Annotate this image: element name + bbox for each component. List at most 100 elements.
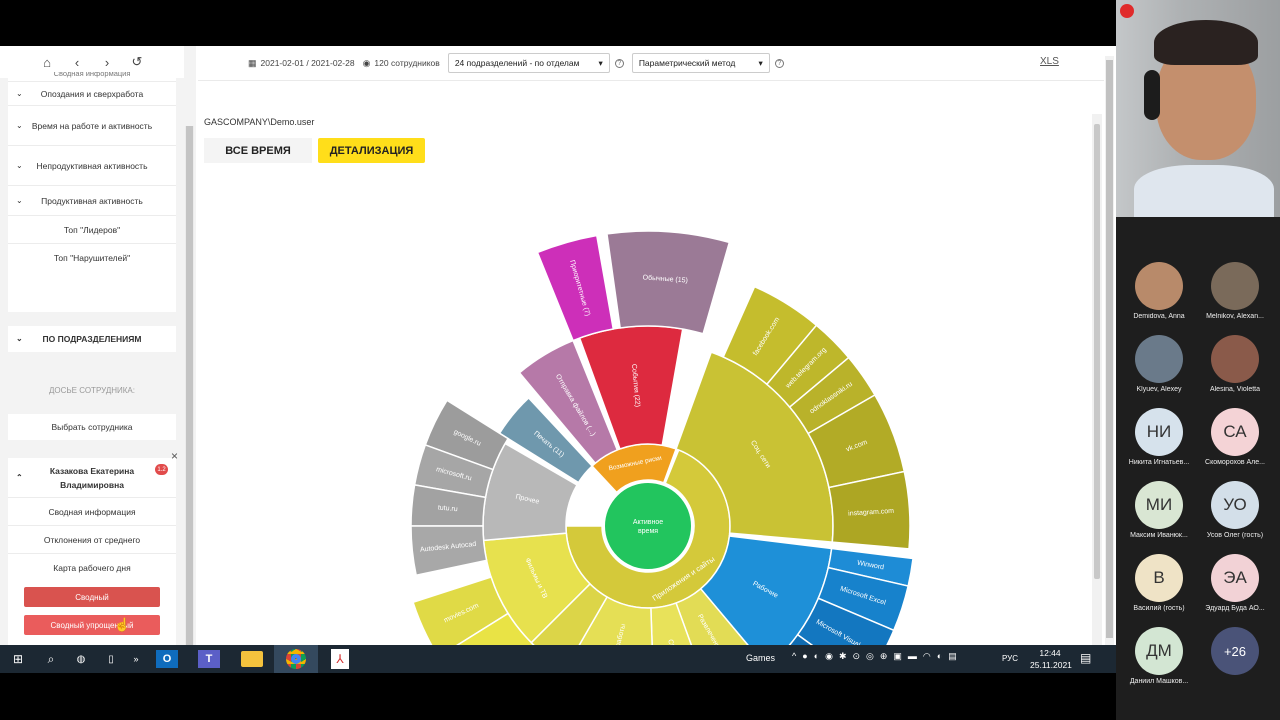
participant-name: Demidova, Anna <box>1133 313 1185 320</box>
chevron-up-icon: ⌃ <box>16 472 23 482</box>
segment-priority[interactable]: Приоритетные (7) <box>536 234 615 342</box>
help-icon[interactable]: ? <box>774 58 784 68</box>
menu-item-lateness[interactable]: ⌄ Опоздания и сверхработа <box>8 82 176 106</box>
date-range[interactable]: 2021-02-01 / 2021-02-28 <box>261 58 355 68</box>
filter-toolbar: ▦ 2021-02-01 / 2021-02-28 ◉ 120 сотрудни… <box>198 46 1104 80</box>
page-scrollbar[interactable] <box>1105 56 1114 645</box>
participant-tile[interactable]: В Василий (гость) <box>1120 554 1198 612</box>
participant-tile[interactable]: МИ Максим Иванюк... <box>1120 481 1198 539</box>
tab-all-time[interactable]: ВСЕ ВРЕМЯ <box>204 138 312 163</box>
menu-item-worktime[interactable]: ⌄ Время на работе и активность <box>8 106 176 146</box>
department-select[interactable]: 24 подразделений - по отделам ▾ <box>447 53 610 73</box>
help-icon[interactable]: ? <box>614 58 624 68</box>
summary-simple-button[interactable]: Сводный упрощенный <box>24 615 160 635</box>
screen: ⌂ ‹ › ↺ Сводная информация ⌄ Опоздания и … <box>0 0 1116 720</box>
participant-name: Максим Иванюк... <box>1130 532 1188 539</box>
chart-scrollbar[interactable] <box>1092 114 1102 645</box>
participant-name: Никита Игнатьев... <box>1128 459 1190 466</box>
task-view-icon[interactable]: ▯ <box>96 645 126 673</box>
home-icon[interactable]: ⌂ <box>36 51 58 73</box>
avatar: СА <box>1211 408 1259 456</box>
segment-Autodesk-Autocad[interactable]: Autodesk Autocad <box>410 525 488 577</box>
close-icon[interactable]: × <box>171 449 178 463</box>
language-indicator[interactable]: РУС <box>1002 654 1018 663</box>
avatar: МИ <box>1135 481 1183 529</box>
avatar: В <box>1135 554 1183 602</box>
participant-name: Скоморохов Але... <box>1205 459 1265 466</box>
chart-scroll-thumb[interactable] <box>1094 124 1100 579</box>
participant-name: Василий (гость) <box>1133 605 1185 612</box>
participant-tile[interactable]: ЭА Эдуард Буда АО... <box>1196 554 1274 612</box>
employee-name: Казакова Екатерина Владимировна <box>49 465 135 490</box>
mouse-cursor-icon: ☝ <box>114 617 131 632</box>
sunburst-chart: Активное времяВозможные рискиПриложения и… <box>410 230 914 645</box>
employee-header[interactable]: ⌃ Казакова Екатерина Владимировна <box>8 458 176 498</box>
menu-item-top-violators[interactable]: Топ "Нарушителей" <box>8 244 176 272</box>
menu-item-unproductive[interactable]: ⌄ Непродуктивная активность <box>8 146 176 186</box>
xls-export-link[interactable]: XLS <box>1040 56 1059 67</box>
reports-menu: Сводная информация ⌄ Опоздания и сверхраб… <box>8 72 176 312</box>
menu-item-summary[interactable]: Сводная информация <box>8 72 176 82</box>
menu-item-top-leaders[interactable]: Топ "Лидеров" <box>8 216 176 244</box>
employee-item-deviations[interactable]: Отклонения от среднего <box>8 526 176 554</box>
segment-regular[interactable]: Обычные (15) <box>606 230 731 335</box>
method-select[interactable]: Параметрический метод ▾ <box>631 53 770 73</box>
tray-icons[interactable]: ^●◐◉✱⊙◎⊕▣▬◠◐▤ <box>792 651 963 662</box>
windows-start-icon[interactable]: ⊞ <box>0 645 36 673</box>
avatar: УО <box>1211 481 1259 529</box>
chrome-small-icon[interactable]: ◍ <box>66 645 96 673</box>
select-employee-button[interactable]: Выбрать сотрудника <box>8 414 176 440</box>
chevron-down-icon: ▾ <box>758 57 763 68</box>
chevron-icon[interactable]: » <box>126 645 146 673</box>
people-icon: ◉ <box>362 57 371 68</box>
page-scroll-thumb[interactable] <box>1106 60 1113 638</box>
avatar <box>1135 335 1183 383</box>
summary-button[interactable]: Сводный <box>24 587 160 607</box>
employee-item-daymap[interactable]: Карта рабочего дня <box>8 554 176 582</box>
notification-badge: 1.2 <box>155 464 168 475</box>
participant-tile[interactable]: НИ Никита Игнатьев... <box>1120 408 1198 466</box>
menu-item-productive[interactable]: ⌄ Продуктивная активность <box>8 186 176 216</box>
sidebar-scroll-thumb[interactable] <box>186 126 193 645</box>
games-toolbar-label[interactable]: Games <box>746 653 775 663</box>
chevron-down-icon: ⌄ <box>16 120 23 130</box>
by-departments-section[interactable]: ⌄ ПО ПОДРАЗДЕЛЕНИЯМ <box>8 326 176 352</box>
speaker-shirt <box>1134 165 1274 217</box>
teams-icon[interactable]: T <box>188 645 230 673</box>
participant-tile[interactable]: Alesina, Violetta <box>1196 335 1274 393</box>
windows-taskbar: ⊞ ⌕ ◍ ▯ » O T ⅄ Games ^●◐◉✱⊙◎⊕▣▬◠◐▤ РУС … <box>0 645 1116 673</box>
tab-detail[interactable]: ДЕТАЛИЗАЦИЯ <box>318 138 425 163</box>
search-icon[interactable]: ⌕ <box>36 645 66 673</box>
speaker-hair <box>1154 20 1258 65</box>
employee-item-summary[interactable]: Сводная информация <box>8 498 176 526</box>
chrome-icon[interactable] <box>274 645 318 673</box>
menu-item-label: Непродуктивная активность <box>36 160 148 171</box>
avatar: ДМ <box>1135 627 1183 675</box>
menu-item-label: Продуктивная активность <box>41 195 143 206</box>
clock[interactable]: 12:44 25.11.2021 <box>1030 648 1072 670</box>
participant-tile[interactable]: Melnikov, Alexan... <box>1196 262 1274 320</box>
web-app: ⌂ ‹ › ↺ Сводная информация ⌄ Опоздания и … <box>0 46 1116 645</box>
main-content: ▦ 2021-02-01 / 2021-02-28 ◉ 120 сотрудни… <box>198 46 1116 645</box>
calendar-icon: ▦ <box>248 57 257 68</box>
avatar <box>1211 262 1259 310</box>
undo-icon[interactable]: ↺ <box>126 51 148 73</box>
participant-tile[interactable]: Demidova, Anna <box>1120 262 1198 320</box>
participant-tile[interactable]: СА Скоморохов Але... <box>1196 408 1274 466</box>
clock-time: 12:44 <box>1039 648 1061 658</box>
section-label: ПО ПОДРАЗДЕЛЕНИЯМ <box>42 334 142 344</box>
pdf-reader-icon[interactable]: ⅄ <box>318 645 362 673</box>
participant-tile[interactable]: +26 <box>1196 627 1274 675</box>
back-icon[interactable]: ‹ <box>66 51 88 73</box>
center-active-time[interactable] <box>603 481 693 571</box>
outlook-icon[interactable]: O <box>146 645 188 673</box>
speaker-video[interactable] <box>1116 0 1280 217</box>
forward-icon[interactable]: › <box>96 51 118 73</box>
file-explorer-icon[interactable] <box>230 645 274 673</box>
participant-tile[interactable]: УО Усов Олег (гость) <box>1196 481 1274 539</box>
participant-tile[interactable]: ДМ Даниил Машков... <box>1120 627 1198 685</box>
participant-tile[interactable]: Klyuev, Alexey <box>1120 335 1198 393</box>
notifications-icon[interactable]: ▤ <box>1080 651 1091 665</box>
avatar: ЭА <box>1211 554 1259 602</box>
sidebar-scrollbar[interactable] <box>185 126 194 645</box>
